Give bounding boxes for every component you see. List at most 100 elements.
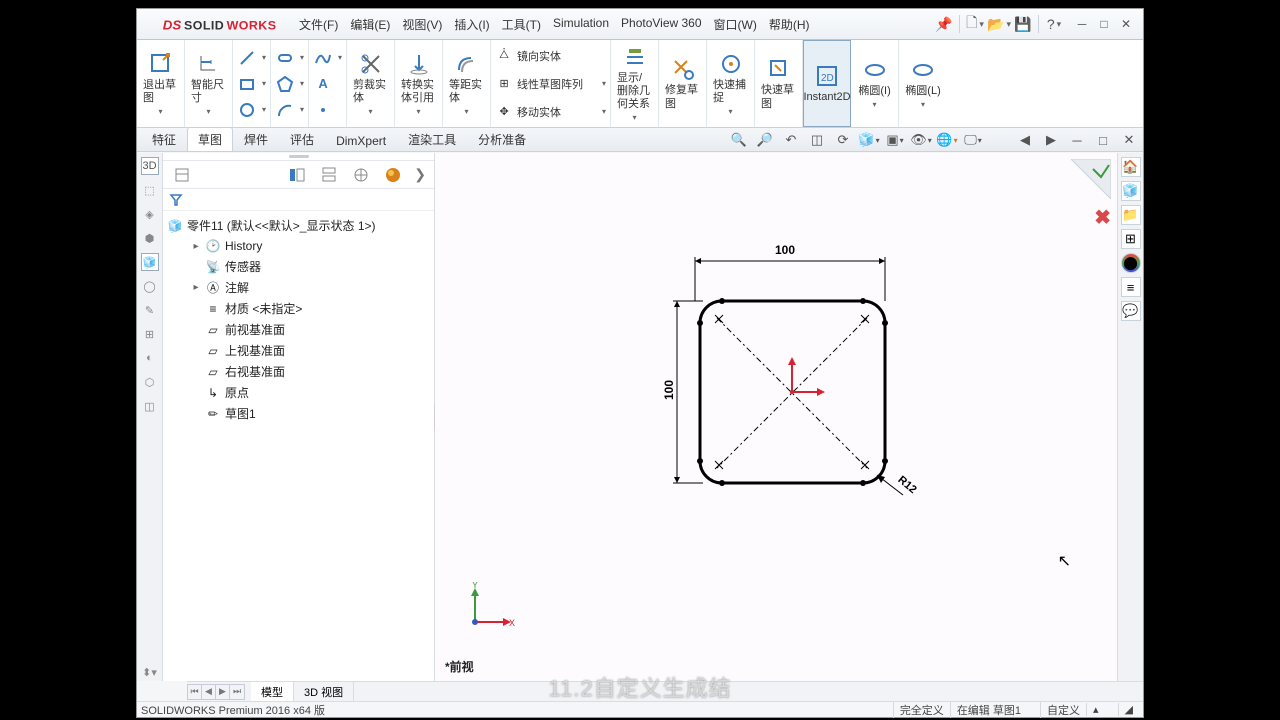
nav-prev-icon[interactable]: ◀	[202, 685, 216, 699]
zoom-area-icon[interactable]: 🔎	[755, 130, 775, 150]
filter-icon[interactable]	[167, 191, 185, 209]
doc-max-icon[interactable]: □	[1093, 130, 1113, 150]
li-icon[interactable]: ◐	[141, 349, 159, 367]
relations-button[interactable]: 显示/删除几何关系▾	[615, 42, 654, 125]
tab-render[interactable]: 渲染工具	[397, 127, 467, 151]
tab-dimxpert[interactable]: DimXpert	[325, 130, 397, 151]
minimize-button[interactable]: ─	[1071, 14, 1093, 34]
menu-insert[interactable]: 插入(I)	[448, 12, 495, 37]
open-doc-button[interactable]: 📂	[988, 13, 1010, 35]
mirror-button[interactable]: ⧊镜向实体	[495, 44, 606, 68]
tab-feature[interactable]: 特征	[141, 127, 187, 151]
spline-tool-icon[interactable]	[313, 48, 333, 68]
li-icon[interactable]: ◫	[141, 397, 159, 415]
zoom-fit-icon[interactable]: 🔍	[729, 130, 749, 150]
status-custom[interactable]: 自定义	[1040, 702, 1086, 718]
li-icon[interactable]: ⊞	[141, 325, 159, 343]
convert-button[interactable]: 转换实体引用▾	[399, 49, 438, 119]
text-tool-icon[interactable]: A	[313, 74, 333, 94]
home-icon[interactable]: 🏠	[1121, 157, 1141, 177]
tree-tab-dim[interactable]	[346, 164, 376, 186]
panel-drag-handle[interactable]	[289, 155, 309, 158]
tab-3dview[interactable]: 3D 视图	[294, 682, 354, 702]
tab-analysis[interactable]: 分析准备	[467, 127, 537, 151]
menu-file[interactable]: 文件(F)	[293, 12, 344, 37]
graphics-area[interactable]: ✖	[435, 153, 1117, 681]
help-button[interactable]: ?	[1043, 13, 1065, 35]
repair-button[interactable]: 修复草图	[663, 54, 702, 112]
resources-icon[interactable]: 🧊	[1121, 181, 1141, 201]
tree-sketch1[interactable]: ✏草图1	[165, 403, 432, 424]
forum-icon[interactable]: 💬	[1121, 301, 1141, 321]
tree-annotations[interactable]: ▸Ⓐ注解	[165, 277, 432, 298]
point-tool-icon[interactable]	[313, 100, 333, 120]
plane-orient-icon[interactable]: ⬍▾	[141, 663, 159, 681]
doc-next-icon[interactable]: ▶	[1041, 130, 1061, 150]
move-button[interactable]: ✥移动实体▾	[495, 100, 606, 124]
tree-right-plane[interactable]: ▱右视基准面	[165, 361, 432, 382]
dynamic-view-icon[interactable]: ⟳	[833, 130, 853, 150]
arc-tool-icon[interactable]	[275, 100, 295, 120]
tree-root[interactable]: 🧊零件11 (默认<<默认>_显示状态 1>)	[165, 215, 432, 236]
li-icon[interactable]: ⬢	[141, 229, 159, 247]
rect-tool-icon[interactable]	[237, 74, 257, 94]
ellipse-l-button[interactable]: 椭圆(L)▾	[903, 55, 942, 112]
li-icon[interactable]: 🧊	[141, 253, 159, 271]
hide-show-icon[interactable]: 👁	[911, 130, 931, 150]
tree-tab-pm[interactable]	[282, 164, 312, 186]
tree-tab-cfg[interactable]	[314, 164, 344, 186]
li-icon[interactable]: ⬡	[141, 373, 159, 391]
nav-first-icon[interactable]: ⏮	[188, 685, 202, 699]
tab-eval[interactable]: 评估	[279, 127, 325, 151]
custom-props-icon[interactable]: ≡	[1121, 277, 1141, 297]
view-orient-icon[interactable]: 🧊	[859, 130, 879, 150]
section-view-icon[interactable]: ◫	[807, 130, 827, 150]
tree-origin[interactable]: ↳原点	[165, 382, 432, 403]
li-icon[interactable]: ◯	[141, 277, 159, 295]
tree-tab-fm[interactable]	[167, 164, 197, 186]
tab-model[interactable]: 模型	[251, 682, 294, 702]
new-doc-button[interactable]: 🗋	[964, 13, 986, 35]
appearances-icon[interactable]: ⬤	[1121, 253, 1141, 273]
tree-top-plane[interactable]: ▱上视基准面	[165, 340, 432, 361]
tab-sketch[interactable]: 草图	[187, 127, 233, 151]
li-icon[interactable]: ⬚	[141, 181, 159, 199]
nav-next-icon[interactable]: ▶	[216, 685, 230, 699]
save-button[interactable]: 💾	[1012, 13, 1034, 35]
li-icon[interactable]: ✎	[141, 301, 159, 319]
tree-sensors[interactable]: 📡传感器	[165, 256, 432, 277]
li-icon[interactable]: ◈	[141, 205, 159, 223]
library-icon[interactable]: 📁	[1121, 205, 1141, 225]
status-resize-icon[interactable]: ◢	[1118, 703, 1139, 716]
instant2d-button[interactable]: 2DInstant2D	[802, 61, 853, 106]
doc-min-icon[interactable]: ─	[1067, 130, 1087, 150]
circle-tool-icon[interactable]	[237, 100, 257, 120]
maximize-button[interactable]: □	[1093, 14, 1115, 34]
tree-history[interactable]: ▸🕑History	[165, 236, 432, 256]
smart-dimension-button[interactable]: 智能尺寸 ▾	[189, 49, 228, 119]
doc-prev-icon[interactable]: ◀	[1015, 130, 1035, 150]
dimension-100-v[interactable]: 100	[662, 380, 676, 400]
cancel-sketch-icon[interactable]: ✖	[1094, 205, 1111, 230]
line-tool-icon[interactable]	[237, 48, 257, 68]
menu-tools[interactable]: 工具(T)	[496, 12, 547, 37]
view-settings-icon[interactable]: 🖵	[963, 130, 983, 150]
tree-front-plane[interactable]: ▱前视基准面	[165, 319, 432, 340]
menu-photoview[interactable]: PhotoView 360	[615, 12, 708, 37]
linear-pattern-button[interactable]: ⊞线性草图阵列▾	[495, 72, 606, 96]
menu-window[interactable]: 窗口(W)	[708, 12, 763, 37]
quick-snap-button[interactable]: 快速捕捉▾	[711, 49, 750, 119]
close-button[interactable]: ✕	[1115, 14, 1137, 34]
polygon-tool-icon[interactable]	[275, 74, 295, 94]
pin-icon[interactable]: 📌	[933, 13, 955, 35]
doc-close-icon[interactable]: ✕	[1119, 130, 1139, 150]
dimension-100-h[interactable]: 100	[775, 243, 795, 257]
menu-edit[interactable]: 编辑(E)	[344, 12, 396, 37]
menu-help[interactable]: 帮助(H)	[763, 12, 816, 37]
tree-tab-render[interactable]	[378, 164, 408, 186]
menu-simulation[interactable]: Simulation	[547, 12, 615, 37]
slot-tool-icon[interactable]	[275, 48, 295, 68]
exit-sketch-button[interactable]: 退出草图 ▾	[141, 49, 180, 119]
tree-more-icon[interactable]: ❯	[410, 166, 430, 183]
view-palette-icon[interactable]: ⊞	[1121, 229, 1141, 249]
